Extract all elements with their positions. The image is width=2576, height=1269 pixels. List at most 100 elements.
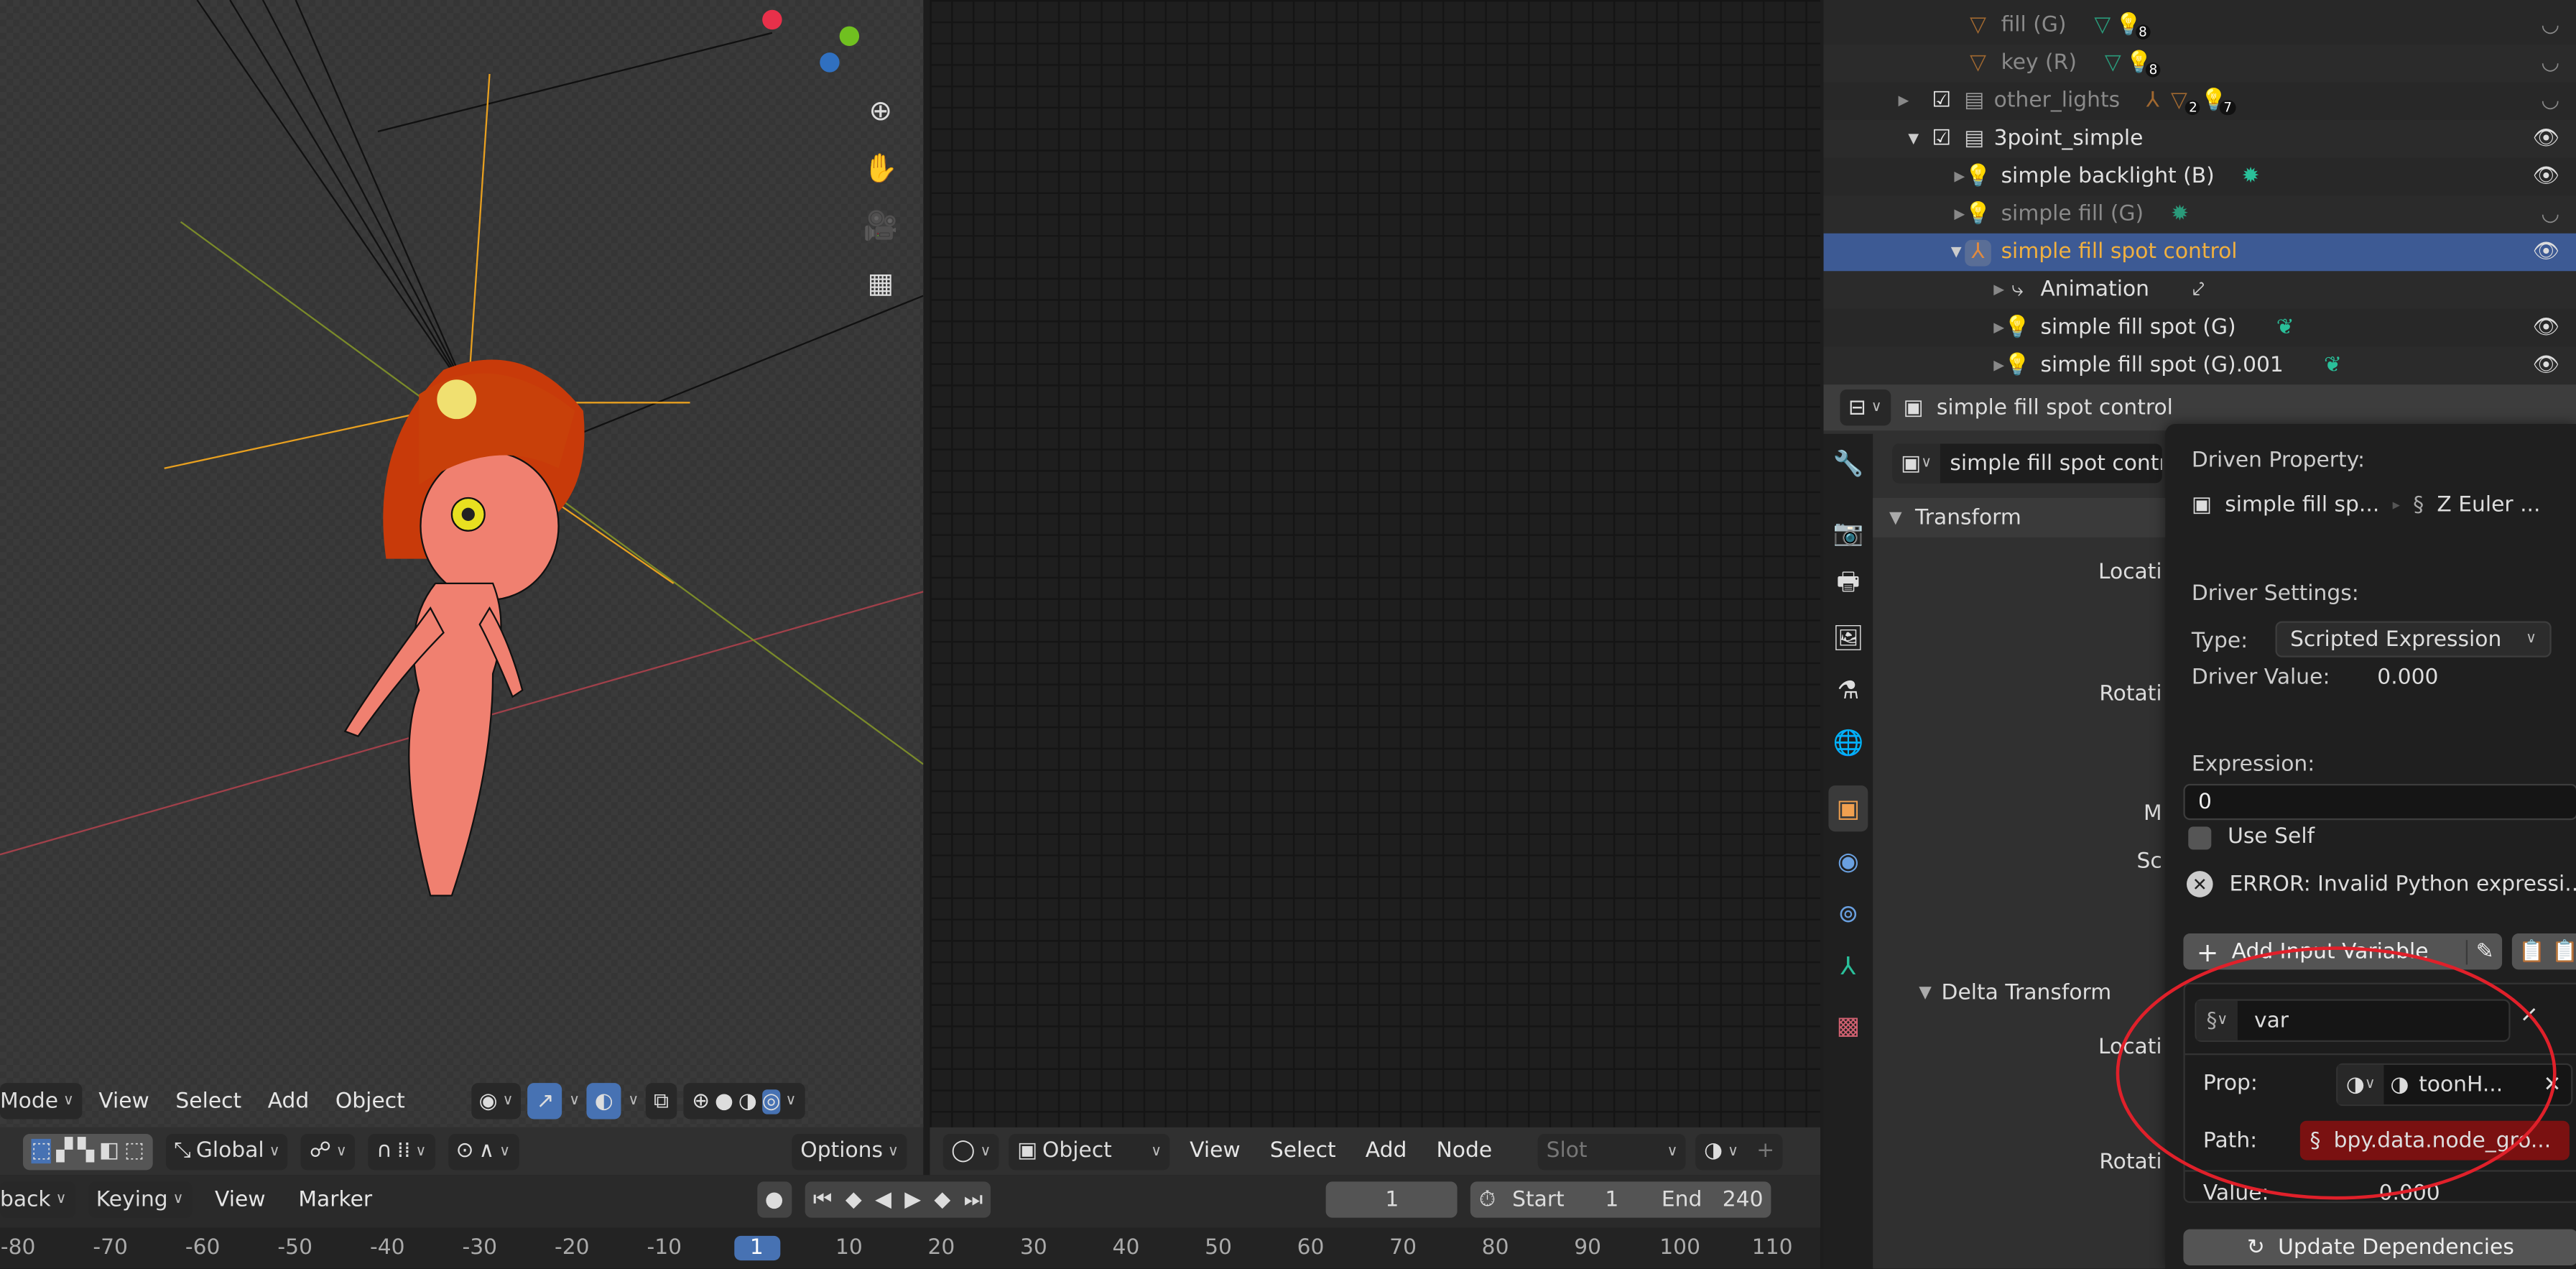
mode-dropdown[interactable]: Mode ∨	[0, 1083, 83, 1120]
variable-type-dropdown[interactable]: § ∨	[2196, 1000, 2238, 1040]
select-new-icon[interactable]: ⬚	[31, 1138, 52, 1164]
physics-tab-icon[interactable]: ◉	[1828, 838, 1868, 884]
editor-type-dropdown[interactable]: ◯ ∨	[942, 1132, 999, 1170]
play-reverse-icon[interactable]: ◀	[875, 1187, 891, 1212]
playback-dropdown[interactable]: back ∨	[0, 1181, 75, 1218]
path-input[interactable]: § bpy.data.node_gro...	[2299, 1120, 2570, 1160]
render-tab-icon[interactable]: 📷	[1828, 509, 1868, 555]
menu-select[interactable]: Select	[166, 1089, 251, 1113]
outliner-row-animation[interactable]: ▸ ⤷ Animation ⤦	[1823, 271, 2576, 309]
prev-keyframe-icon[interactable]: ◆	[845, 1187, 862, 1212]
constraints-tab-icon[interactable]: ⊚	[1828, 891, 1868, 937]
slot-dropdown[interactable]: Slot ∨	[1538, 1132, 1686, 1170]
select-extend-icon[interactable]: ▞	[56, 1139, 73, 1163]
timeline[interactable]: back ∨ Keying ∨ View Marker ● ⏮ ◆ ◀ ▶ ◆ ⏭ 1 ⏱ S…	[0, 1175, 1820, 1269]
node-menu-node[interactable]: Node	[1427, 1139, 1502, 1163]
select-intersect-icon[interactable]: ⬚	[124, 1139, 144, 1163]
material-icon[interactable]: ◑	[738, 1089, 757, 1113]
snap-dropdown[interactable]: ∩ ⁞⁞ ∨	[368, 1132, 435, 1170]
outliner-row-simple-fill[interactable]: ▸ 💡 simple fill (G) ✹ ◡	[1823, 195, 2576, 234]
material-dropdown[interactable]: ◑ ∨ +	[1695, 1132, 1783, 1170]
select-mode-buttons[interactable]: ⬚ ▞ ▚ ◧ ⬚	[23, 1132, 153, 1170]
output-tab-icon[interactable]: 🖶	[1828, 562, 1868, 608]
outliner-row-other-lights[interactable]: ▸ ☑ ▤ other_lights ⅄ ▽ 2 💡 7 ◡	[1824, 82, 2576, 120]
jump-start-icon[interactable]: ⏮	[813, 1187, 833, 1212]
use-self-checkbox[interactable]: Use Self	[2188, 825, 2315, 849]
outliner-row-simple-fill-spot-control[interactable]: ▾ ⅄ simple fill spot control 👁	[1823, 233, 2576, 272]
shader-node-editor[interactable]	[930, 0, 1820, 1127]
record-button[interactable]: ●	[756, 1181, 792, 1218]
clear-id-icon[interactable]: ✕	[2543, 1072, 2561, 1097]
select-subtract-icon[interactable]: ▚	[78, 1139, 94, 1163]
editor-type-dropdown[interactable]: ⊟ ∨	[1840, 389, 1891, 426]
outliner[interactable]: ▽ fill (G) ▽ 💡 8 ◡ ▽ key (R) ▽ 💡 8 ◡ ▸ ☑ ▤ other_ligh…	[1823, 0, 2576, 385]
frame-range[interactable]: ⏱ Start 1 End 240	[1470, 1181, 1771, 1218]
node-menu-view[interactable]: View	[1180, 1139, 1250, 1163]
rendered-icon[interactable]: ◎	[761, 1089, 781, 1114]
overlay-toggle[interactable]: ◐	[586, 1083, 622, 1120]
outliner-row-key[interactable]: ▽ key (R) ▽ 💡 8 ◡	[1823, 44, 2576, 83]
orientation-dropdown[interactable]: ⤡ Global ∨	[165, 1132, 289, 1170]
outliner-row-simple-fill-spot[interactable]: ▸ 💡 simple fill spot (G) ❦ 👁	[1824, 309, 2576, 347]
outliner-row-simple-backlight[interactable]: ▸ 💡 simple backlight (B) ✹ 👁	[1824, 158, 2576, 196]
delta-transform-panel-header[interactable]: ▼ Delta Transform	[1873, 973, 2165, 1012]
gizmo-toggle[interactable]: ↗	[528, 1083, 562, 1120]
remove-variable-icon[interactable]: ✕	[2520, 1004, 2538, 1028]
collapse-arrow-icon[interactable]: ▾	[1824, 126, 1919, 151]
shading-buttons[interactable]: ⊕ ● ◑ ◎ ∨	[683, 1083, 805, 1120]
menu-view[interactable]: View	[89, 1089, 159, 1113]
expression-input[interactable]: 0	[2183, 783, 2576, 821]
timeline-menu-marker[interactable]: Marker	[289, 1187, 382, 1212]
variable-name-field[interactable]: § ∨ var	[2195, 999, 2511, 1042]
zoom-icon[interactable]: ⊕	[859, 91, 902, 133]
world-tab-icon[interactable]: 🌐	[1828, 720, 1868, 766]
expand-arrow-icon[interactable]: ▸	[1824, 88, 1909, 113]
play-icon[interactable]: ▶	[904, 1187, 921, 1212]
pivot-dropdown[interactable]: ☍ ∨	[301, 1132, 356, 1170]
view-layer-tab-icon[interactable]: 🖼	[1828, 614, 1868, 660]
timeline-menu-view[interactable]: View	[205, 1187, 275, 1212]
eye-icon[interactable]: 👁	[2532, 240, 2559, 264]
hidden-icon[interactable]: ◡	[2541, 88, 2559, 113]
hidden-icon[interactable]: ◡	[2541, 51, 2559, 75]
grid-ortho-icon[interactable]: ▦	[859, 263, 902, 305]
outliner-row-simple-fill-spot-001[interactable]: ▸ 💡 simple fill spot (G).001 ❦ 👁	[1823, 346, 2576, 385]
playback-controls[interactable]: ⏮ ◆ ◀ ▶ ◆ ⏭	[805, 1181, 991, 1218]
checkbox-icon[interactable]: ☑	[1932, 88, 1952, 113]
hand-pan-icon[interactable]: ✋	[859, 148, 902, 190]
checkbox-icon[interactable]: ☑	[1932, 126, 1952, 151]
eye-icon[interactable]: 👁	[2532, 165, 2559, 189]
keying-dropdown[interactable]: Keying ∨	[88, 1181, 193, 1218]
prop-id-field[interactable]: ◑ ∨ ◑ toonH... ✕	[2336, 1063, 2573, 1107]
id-type-dropdown[interactable]: ◑ ∨	[2338, 1064, 2384, 1104]
outliner-row-3point-simple[interactable]: ▾ ☑ ▤ 3point_simple 👁	[1823, 119, 2576, 158]
wireframe-icon[interactable]: ⊕	[692, 1089, 710, 1113]
paste-icon[interactable]: 📋	[2552, 939, 2576, 964]
node-menu-add[interactable]: Add	[1356, 1139, 1417, 1163]
new-material-button[interactable]: +	[1756, 1139, 1774, 1163]
proportional-edit[interactable]: ⊙ ∧ ∨	[448, 1132, 519, 1170]
jump-end-icon[interactable]: ⏭	[964, 1187, 983, 1212]
menu-object[interactable]: Object	[325, 1089, 414, 1113]
outliner-row-fill[interactable]: ▽ fill (G) ▽ 💡 8 ◡	[1824, 6, 2576, 45]
texture-tab-icon[interactable]: ▩	[1828, 1002, 1868, 1048]
driver-type-dropdown[interactable]: Scripted Expression ∨	[2275, 621, 2552, 657]
eyedropper-icon[interactable]: ✎	[2466, 939, 2502, 964]
end-field[interactable]: End 240	[1662, 1187, 1764, 1212]
select-invert-icon[interactable]: ◧	[99, 1139, 119, 1163]
hidden-icon[interactable]: ◡	[2541, 13, 2559, 37]
hidden-icon[interactable]: ◡	[2541, 202, 2559, 226]
copy-paste-variables[interactable]: 📋 📋	[2511, 933, 2576, 970]
object-name-field[interactable]: ▣ ∨ simple fill spot contro	[1892, 443, 2162, 484]
options-dropdown[interactable]: Options ∨	[792, 1132, 907, 1170]
update-dependencies-button[interactable]: ↻ Update Dependencies	[2183, 1229, 2576, 1265]
eye-icon[interactable]: 👁	[2532, 354, 2559, 378]
visibility-dropdown[interactable]: ◉ ∨	[471, 1083, 522, 1120]
tool-tab-icon[interactable]: 🔧	[1828, 440, 1868, 486]
eye-icon[interactable]: 👁	[2532, 126, 2559, 151]
scene-tab-icon[interactable]: ⚗	[1828, 668, 1868, 714]
object-tab-icon[interactable]: ▣	[1828, 785, 1868, 832]
start-field[interactable]: Start 1	[1512, 1187, 1618, 1212]
frame-ruler[interactable]: -80 -70 -60 -50 -40 -30 -20 -10 1 10 20 30 40 50 60 70 8…	[0, 1227, 1820, 1269]
3d-viewport[interactable]: ⊕ ✋ 🎥 ▦ Mode ∨ View Select Add Object ◉ ∨ …	[0, 0, 924, 1127]
